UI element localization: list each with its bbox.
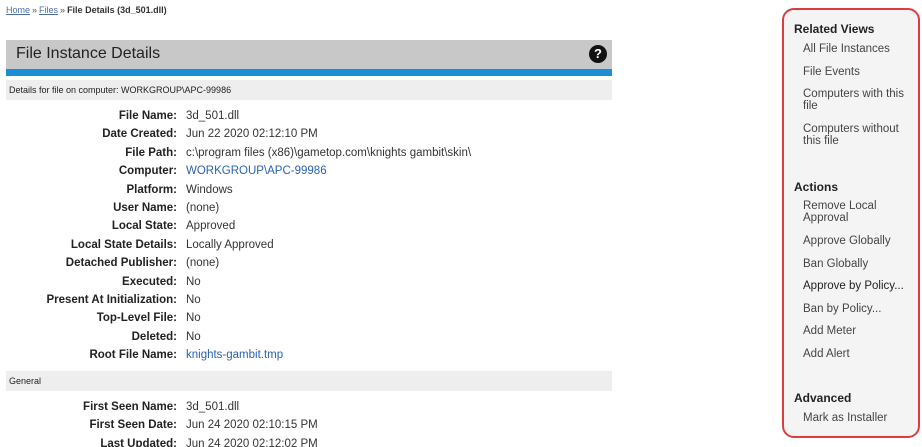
detail-row: Local State Details: Locally Approved (0, 239, 600, 257)
detail-row: Detached Publisher: (none) (0, 257, 600, 275)
detail-label: Deleted: (131, 330, 177, 343)
detail-label: First Seen Name: (83, 401, 177, 413)
breadcrumb-home-link[interactable]: Home (6, 5, 30, 15)
advanced-heading: Advanced (794, 391, 852, 405)
detail-value-link[interactable]: WORKGROUP\APC-99986 (186, 165, 327, 177)
detail-value: Jun 24 2020 02:10:15 PM (186, 419, 318, 432)
detail-value: No (186, 312, 201, 325)
detail-label: Root File Name: (89, 349, 177, 362)
detail-label: Executed: (122, 275, 177, 288)
detail-label: Local State: (111, 220, 177, 233)
detail-value: Jun 24 2020 02:12:02 PM (186, 437, 318, 447)
detail-row: Executed: No (0, 276, 600, 294)
detail-label: File Name: (118, 110, 177, 122)
sidebar-item-mark-as-installer[interactable]: Mark as Installer (803, 412, 915, 424)
detail-label: Computer: (118, 165, 177, 178)
detail-label: Present At Initialization: (46, 294, 177, 306)
detail-value: 3d_501.dll (186, 401, 240, 413)
detail-row: User Name: (none) (0, 202, 600, 220)
header-accent-rule (6, 69, 612, 76)
detail-label: Local State Details: (70, 238, 177, 251)
detail-row: File Path: c:\program files (x86)\gametop… (0, 147, 600, 165)
detail-row: Date Created: Jun 22 2020 02:12:10 PM (0, 128, 600, 146)
detail-value: Approved (186, 220, 236, 233)
section-computer-details: Details for file on computer: WORKGROUP\… (6, 80, 612, 100)
detail-value: Jun 22 2020 02:12:10 PM (186, 128, 318, 141)
detail-label: Top-Level File: (96, 312, 177, 325)
detail-row: Present At Initialization: No (0, 294, 600, 312)
detail-value: No (186, 330, 201, 343)
related-views-heading: Related Views (794, 22, 875, 36)
detail-row: Local State: Approved (0, 220, 600, 238)
sidebar-item-ban-by-policy[interactable]: Ban by Policy... (803, 303, 915, 315)
detail-label: Platform: (126, 183, 177, 196)
detail-value: Locally Approved (186, 238, 274, 251)
breadcrumb: Home» Files» File Details (3d_501.dll) (6, 5, 167, 15)
actions-heading: Actions (794, 180, 839, 194)
detail-value: (none) (186, 257, 220, 270)
sidebar-item-file-events[interactable]: File Events (803, 66, 915, 78)
detail-label: User Name: (113, 202, 177, 214)
detail-row: Computer: WORKGROUP\APC-99986 (0, 165, 600, 183)
detail-value: Windows (186, 183, 233, 196)
sidebar-item-approve-by-policy[interactable]: Approve by Policy... (803, 280, 915, 292)
detail-row: File Name: 3d_501.dll (0, 110, 600, 128)
detail-value: c:\program files (x86)\gametop.com\knigh… (186, 146, 472, 159)
sidebar-item-approve-globally[interactable]: Approve Globally (803, 235, 915, 247)
page-header: File Instance Details (6, 40, 612, 69)
sidebar-item-all-file-instances[interactable]: All File Instances (803, 43, 915, 55)
breadcrumb-separator: » (32, 5, 38, 15)
detail-value: No (186, 294, 201, 306)
page-title: File Instance Details (16, 45, 161, 62)
sidebar-item-add-meter[interactable]: Add Meter (803, 325, 915, 337)
detail-label: Detached Publisher: (65, 257, 177, 270)
detail-row: First Seen Name: 3d_501.dll (0, 401, 600, 419)
detail-row: Deleted: No (0, 331, 600, 349)
detail-row: Last Updated: Jun 24 2020 02:12:02 PM (0, 438, 600, 447)
detail-value: 3d_501.dll (186, 110, 240, 122)
breadcrumb-files-link[interactable]: Files (39, 5, 58, 15)
breadcrumb-separator: » (60, 5, 66, 15)
detail-value: (none) (186, 202, 220, 214)
sidebar: Related Views All File Instances File Ev… (782, 8, 920, 438)
sidebar-item-computers-without-file[interactable]: Computers without this file (803, 123, 915, 147)
detail-value-link[interactable]: knights-gambit.tmp (186, 349, 283, 361)
detail-row: Top-Level File: No (0, 312, 600, 330)
breadcrumb-current: File Details (3d_501.dll) (67, 5, 167, 15)
detail-label: Date Created: (102, 128, 177, 141)
sidebar-item-add-alert[interactable]: Add Alert (803, 348, 915, 360)
sidebar-item-computers-with-file[interactable]: Computers with this file (803, 88, 915, 112)
detail-label: File Path: (125, 146, 177, 159)
sidebar-item-remove-local-approval[interactable]: Remove Local Approval (803, 200, 915, 224)
detail-row: First Seen Date: Jun 24 2020 02:10:15 PM (0, 419, 600, 437)
section-general: General (6, 371, 612, 391)
detail-row: Root File Name: knights-gambit.tmp (0, 349, 600, 367)
help-icon[interactable]: ? (589, 45, 607, 63)
detail-label: First Seen Date: (89, 419, 177, 432)
detail-value: No (186, 275, 201, 288)
sidebar-item-ban-globally[interactable]: Ban Globally (803, 258, 915, 270)
detail-row: Platform: Windows (0, 184, 600, 202)
detail-label: Last Updated: (100, 437, 177, 447)
